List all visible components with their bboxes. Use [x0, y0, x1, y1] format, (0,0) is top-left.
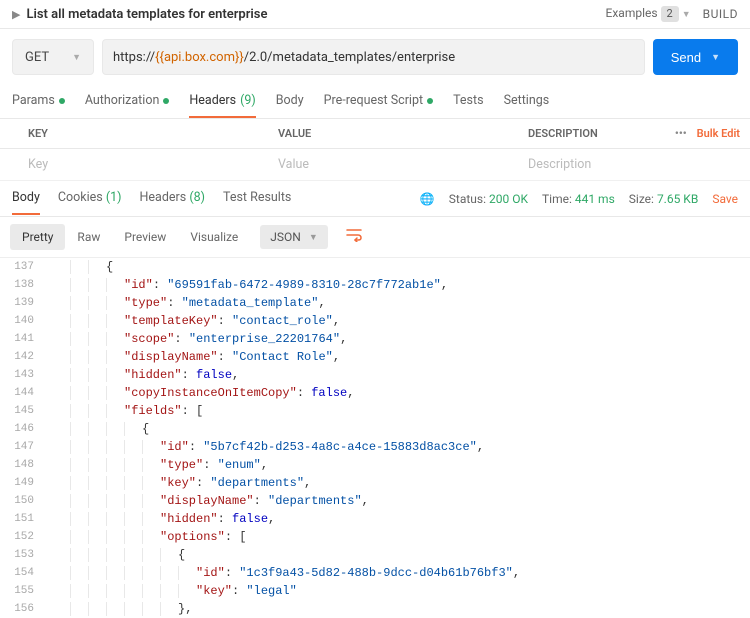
kv-header-key: KEY: [0, 127, 278, 140]
code-line: 156},: [0, 600, 750, 618]
view-preview[interactable]: Preview: [112, 224, 178, 250]
format-select[interactable]: JSON ▼: [260, 225, 327, 249]
code-line: 141"scope": "enterprise_22201764",: [0, 330, 750, 348]
chevron-down-icon: ▼: [711, 52, 720, 62]
tab-headers[interactable]: Headers (9): [189, 85, 255, 118]
tab-settings[interactable]: Settings: [504, 85, 550, 118]
response-body-code[interactable]: 137{138"id": "69591fab-6472-4989-8310-28…: [0, 258, 750, 618]
code-line: 140"templateKey": "contact_role",: [0, 312, 750, 330]
examples-count-badge: 2: [661, 6, 679, 22]
url-input[interactable]: https://{{api.box.com}}/2.0/metadata_tem…: [102, 39, 645, 75]
tab-tests[interactable]: Tests: [453, 85, 483, 118]
modified-dot-icon: [163, 98, 169, 104]
code-line: 142"displayName": "Contact Role",: [0, 348, 750, 366]
size-label: Size: 7.65 KB: [629, 192, 699, 206]
resp-tab-body[interactable]: Body: [12, 182, 40, 215]
request-tabs: Params Authorization Headers (9) Body Pr…: [0, 85, 750, 119]
expand-icon[interactable]: ▶: [12, 8, 20, 21]
tab-body[interactable]: Body: [276, 85, 304, 118]
kv-options-icon[interactable]: •••: [669, 127, 693, 140]
request-title: List all metadata templates for enterpri…: [26, 7, 605, 22]
tab-authorization[interactable]: Authorization: [85, 85, 170, 118]
tab-params[interactable]: Params: [12, 85, 65, 118]
view-raw[interactable]: Raw: [65, 224, 112, 250]
wrap-lines-icon[interactable]: [338, 223, 370, 251]
network-icon[interactable]: 🌐: [420, 192, 435, 206]
kv-empty-row[interactable]: Key Value Description: [0, 149, 750, 181]
code-line: 144"copyInstanceOnItemCopy": false,: [0, 384, 750, 402]
code-line: 154"id": "1c3f9a43-5d82-488b-9dcc-d04b61…: [0, 564, 750, 582]
kv-header-value: VALUE: [278, 127, 528, 140]
view-pretty[interactable]: Pretty: [10, 224, 65, 250]
code-line: 138"id": "69591fab-6472-4989-8310-28c7f7…: [0, 276, 750, 294]
code-line: 148"type": "enum",: [0, 456, 750, 474]
code-line: 149"key": "departments",: [0, 474, 750, 492]
url-variable: {{api.box.com}}: [155, 50, 244, 65]
kv-desc-input[interactable]: Description: [528, 157, 750, 172]
status-label: Status: 200 OK: [449, 192, 528, 206]
code-line: 152"options": [: [0, 528, 750, 546]
code-line: 145"fields": [: [0, 402, 750, 420]
code-line: 150"displayName": "departments",: [0, 492, 750, 510]
resp-tab-cookies[interactable]: Cookies (1): [58, 182, 122, 215]
bulk-edit-link[interactable]: Bulk Edit: [693, 127, 744, 140]
code-line: 139"type": "metadata_template",: [0, 294, 750, 312]
resp-tab-headers[interactable]: Headers (8): [140, 182, 205, 215]
modified-dot-icon: [59, 98, 65, 104]
code-line: 146{: [0, 420, 750, 438]
http-method-select[interactable]: GET ▼: [12, 39, 94, 75]
kv-header-desc: DESCRIPTION: [528, 127, 669, 140]
code-line: 153{: [0, 546, 750, 564]
chevron-down-icon: ▼: [682, 10, 691, 20]
kv-key-input[interactable]: Key: [0, 157, 278, 172]
kv-value-input[interactable]: Value: [278, 157, 528, 172]
examples-dropdown[interactable]: Examples 2 ▼: [606, 6, 691, 22]
chevron-down-icon: ▼: [72, 52, 81, 63]
build-link[interactable]: BUILD: [703, 7, 738, 21]
body-view-bar: Pretty Raw Preview Visualize JSON ▼: [0, 217, 750, 258]
request-url-row: GET ▼ https://{{api.box.com}}/2.0/metada…: [0, 29, 750, 85]
code-line: 143"hidden": false,: [0, 366, 750, 384]
resp-tab-tests[interactable]: Test Results: [223, 182, 291, 215]
modified-dot-icon: [427, 98, 433, 104]
save-response-link[interactable]: Save: [712, 192, 738, 206]
chevron-down-icon: ▼: [309, 232, 318, 243]
tab-prerequest[interactable]: Pre-request Script: [324, 85, 433, 118]
view-visualize[interactable]: Visualize: [178, 224, 250, 250]
send-button[interactable]: Send ▼: [653, 39, 738, 75]
code-line: 147"id": "5b7cf42b-d253-4a8c-a4ce-15883d…: [0, 438, 750, 456]
request-title-bar: ▶ List all metadata templates for enterp…: [0, 0, 750, 29]
code-line: 151"hidden": false,: [0, 510, 750, 528]
code-line: 155"key": "legal": [0, 582, 750, 600]
kv-header-row: KEY VALUE DESCRIPTION ••• Bulk Edit: [0, 119, 750, 149]
code-line: 137{: [0, 258, 750, 276]
time-label: Time: 441 ms: [542, 192, 615, 206]
response-tabs: Body Cookies (1) Headers (8) Test Result…: [0, 181, 750, 217]
